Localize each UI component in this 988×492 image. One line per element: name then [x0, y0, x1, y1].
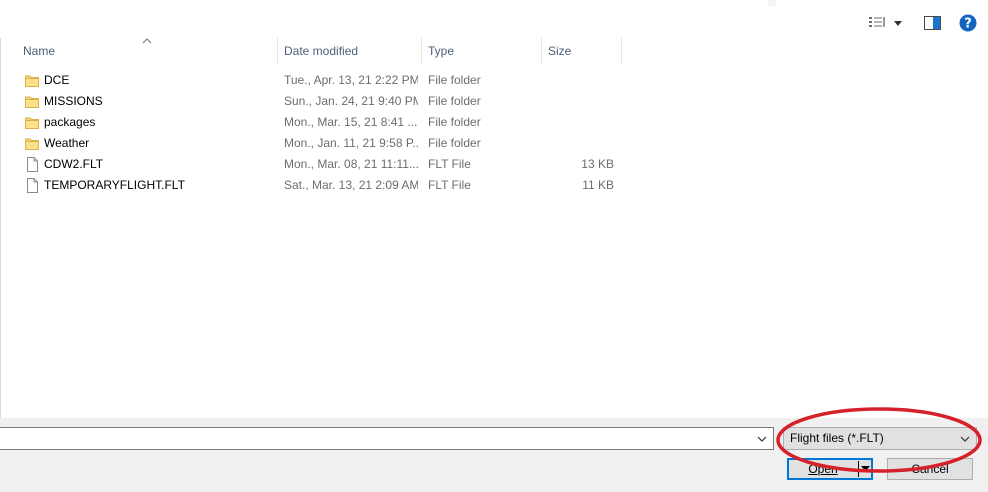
file-type: File folder	[428, 73, 481, 87]
chevron-down-icon[interactable]	[893, 18, 903, 28]
folder-icon	[25, 75, 39, 87]
file-row-packages[interactable]: packages Mon., Mar. 15, 21 8:41 ... File…	[17, 112, 623, 133]
help-icon[interactable]: ?	[959, 14, 977, 32]
file-row-weather[interactable]: Weather Mon., Jan. 11, 21 9:58 P... File…	[17, 133, 623, 154]
file-icon	[27, 178, 38, 193]
file-size	[542, 91, 614, 112]
open-button[interactable]: Open	[787, 458, 873, 480]
file-name-input[interactable]	[0, 427, 774, 450]
file-type-select[interactable]: Flight files (*.FLT)	[783, 427, 977, 450]
chevron-down-icon[interactable]	[757, 435, 767, 443]
column-header-date-modified[interactable]: Date modified	[278, 38, 422, 64]
folder-icon	[25, 117, 39, 129]
file-type: File folder	[428, 94, 481, 108]
file-size: 13 KB	[581, 157, 614, 171]
file-date-modified: Mon., Jan. 11, 21 9:58 P...	[284, 136, 418, 150]
file-row-cdw2-flt[interactable]: CDW2.FLT Mon., Mar. 08, 21 11:11... FLT …	[17, 154, 623, 175]
file-size	[542, 133, 614, 154]
file-type: File folder	[428, 136, 481, 150]
file-date-modified: Tue., Apr. 13, 21 2:22 PM	[284, 73, 418, 87]
file-date-modified: Mon., Mar. 15, 21 8:41 ...	[284, 115, 418, 129]
file-name: MISSIONS	[44, 94, 103, 108]
preview-pane-icon[interactable]	[924, 16, 941, 30]
file-name: DCE	[44, 73, 70, 87]
column-header-size[interactable]: Size	[542, 38, 622, 64]
file-icon	[27, 157, 38, 172]
file-name: CDW2.FLT	[44, 157, 104, 171]
toolbar: ?	[0, 0, 988, 39]
svg-text:?: ?	[964, 17, 972, 32]
open-options-arrow-icon[interactable]	[861, 465, 870, 472]
column-header-type[interactable]: Type	[422, 38, 542, 64]
file-type: File folder	[428, 115, 481, 129]
file-name: packages	[44, 115, 96, 129]
folder-icon	[25, 96, 39, 108]
file-name: TEMPORARYFLIGHT.FLT	[44, 178, 185, 192]
file-name: Weather	[44, 136, 90, 150]
folder-icon	[25, 138, 39, 150]
file-list: Name Date modified Type Size DCE Tue., A…	[0, 38, 988, 418]
file-size	[542, 112, 614, 133]
file-type: FLT File	[428, 178, 471, 192]
file-row-dce[interactable]: DCE Tue., Apr. 13, 21 2:22 PM File folde…	[17, 70, 623, 91]
column-header-name[interactable]: Name	[17, 38, 278, 64]
open-button-label: Open	[808, 462, 838, 476]
address-strip	[0, 0, 988, 6]
file-size	[542, 70, 614, 91]
file-row-missions[interactable]: MISSIONS Sun., Jan. 24, 21 9:40 PM File …	[17, 91, 623, 112]
split-divider	[858, 461, 859, 477]
file-date-modified: Sat., Mar. 13, 21 2:09 AM	[284, 178, 418, 192]
file-size: 11 KB	[582, 178, 614, 192]
file-date-modified: Mon., Mar. 08, 21 11:11...	[284, 157, 418, 171]
file-date-modified: Sun., Jan. 24, 21 9:40 PM	[284, 94, 418, 108]
file-type: FLT File	[428, 157, 471, 171]
view-options-icon[interactable]	[868, 16, 886, 30]
file-row-temporaryflight-flt[interactable]: TEMPORARYFLIGHT.FLT Sat., Mar. 13, 21 2:…	[17, 175, 623, 196]
chevron-down-icon[interactable]	[960, 435, 970, 443]
cancel-button[interactable]: Cancel	[887, 458, 973, 480]
file-type-selected: Flight files (*.FLT)	[790, 431, 884, 445]
